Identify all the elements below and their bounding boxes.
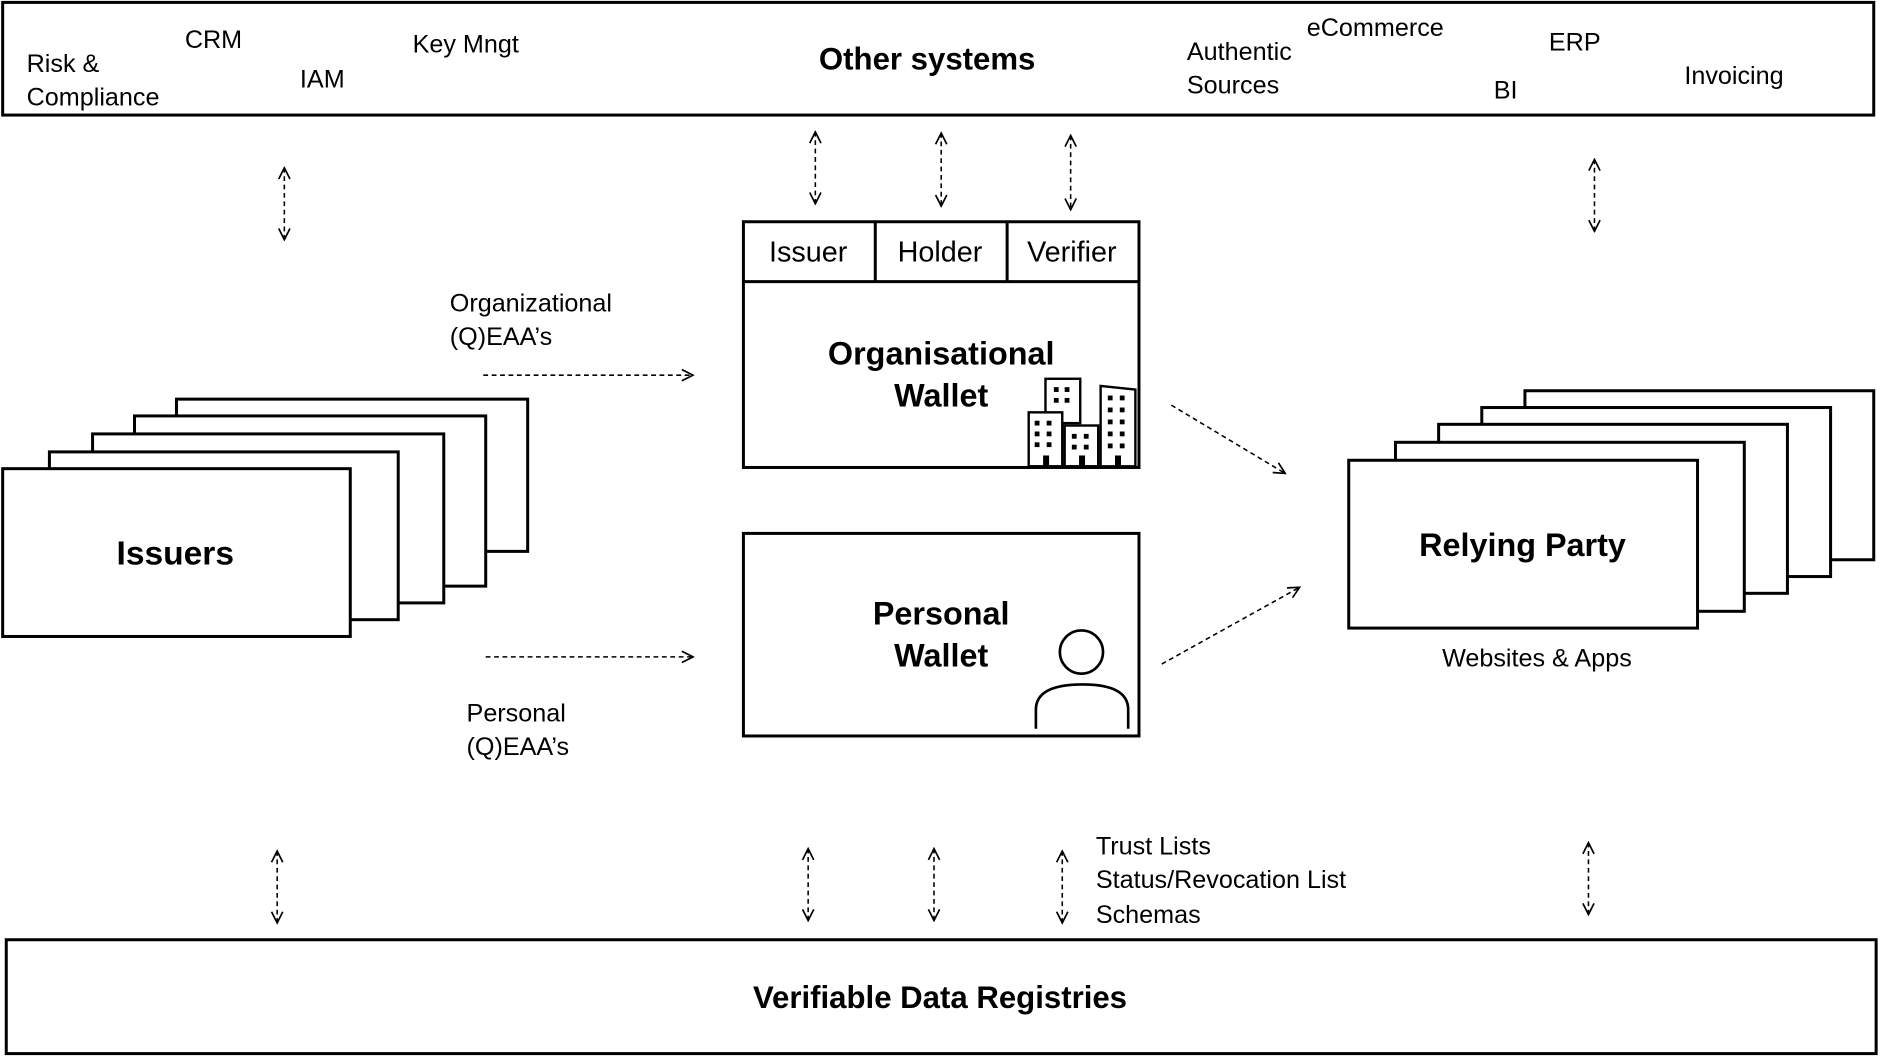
system-invoicing: Invoicing [1684, 62, 1783, 90]
system-bi: BI [1494, 76, 1518, 104]
registry-item-schemas: Schemas [1096, 901, 1201, 929]
other-systems-box: Risk & Compliance CRM IAM Key Mngt Other… [1, 0, 1876, 117]
other-systems-title: Other systems [819, 42, 1035, 77]
system-authentic-1: Authentic [1187, 38, 1292, 66]
system-risk-2: Compliance [27, 83, 160, 111]
org-wallet-title-2: Wallet [894, 377, 988, 413]
system-authentic-2: Sources [1187, 71, 1279, 99]
personal-wallet-title-1: Personal [873, 595, 1010, 631]
arrow-personal-to-rp [1161, 587, 1300, 665]
role-issuer: Issuer [769, 236, 848, 268]
system-risk-1: Risk & [27, 50, 100, 78]
personal-flow-label-1: Personal [467, 700, 566, 728]
relying-party-title: Relying Party [1419, 527, 1626, 563]
verifiable-data-registries-box: Verifiable Data Registries [4, 938, 1878, 1056]
relying-party-stack: Relying Party [1347, 389, 1876, 630]
role-verifier: Verifier [1027, 236, 1117, 268]
org-flow-label-1: Organizational [450, 290, 612, 318]
personal-flow-label-2: (Q)EAA’s [467, 733, 570, 761]
organisational-wallet: Issuer Holder Verifier Organisational Wa… [741, 220, 1141, 469]
registry-item-status-list: Status/Revocation List [1096, 866, 1346, 894]
arrow-org-to-rp [1170, 404, 1285, 473]
role-holder: Holder [898, 236, 983, 268]
system-crm: CRM [185, 26, 242, 54]
issuers-stack: Issuers [1, 397, 530, 638]
system-ecommerce: eCommerce [1307, 14, 1444, 42]
issuers-title: Issuers [117, 536, 234, 573]
personal-wallet-title-2: Wallet [894, 637, 988, 673]
system-key-mngt: Key Mngt [413, 31, 519, 59]
diagram: Risk & Compliance CRM IAM Key Mngt Other… [1, 0, 1878, 1056]
registry-title: Verifiable Data Registries [753, 980, 1127, 1015]
personal-wallet: Personal Wallet [741, 531, 1141, 738]
org-flow-label-2: (Q)EAA’s [450, 323, 553, 351]
org-wallet-title-1: Organisational [828, 335, 1055, 371]
registry-item-trust-lists: Trust Lists [1096, 833, 1211, 861]
system-iam: IAM [300, 66, 345, 94]
relying-party-caption: Websites & Apps [1442, 644, 1632, 672]
system-erp: ERP [1549, 28, 1601, 56]
